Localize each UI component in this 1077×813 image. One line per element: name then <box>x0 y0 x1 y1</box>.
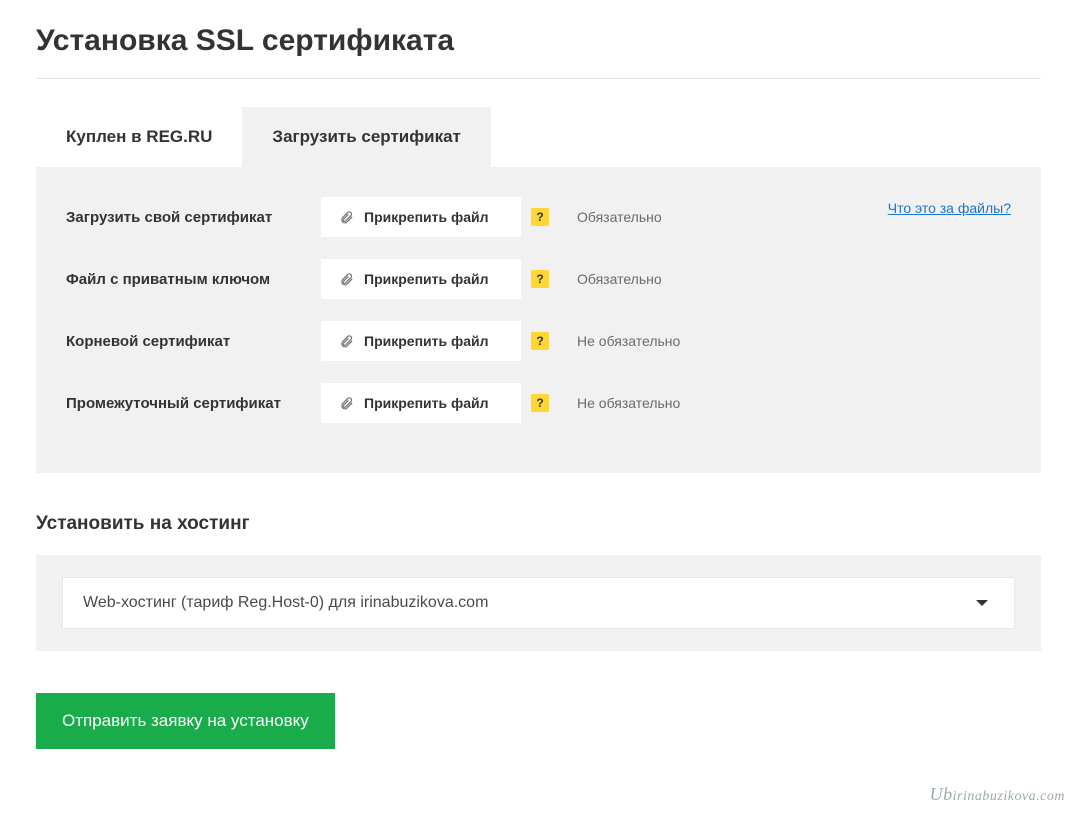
status-root: Не обязательно <box>577 333 680 349</box>
paperclip-icon <box>339 272 354 287</box>
hosting-heading: Установить на хостинг <box>36 513 1041 535</box>
tab-upload-certificate[interactable]: Загрузить сертификат <box>242 107 490 167</box>
attach-upload-cert[interactable]: Прикрепить файл <box>321 197 521 237</box>
help-badge-key[interactable]: ? <box>531 270 549 288</box>
help-link-what-files[interactable]: Что это за файлы? <box>888 200 1011 216</box>
attach-label: Прикрепить файл <box>364 271 489 287</box>
hosting-select-text: Web-хостинг (тариф Reg.Host-0) для irina… <box>83 594 488 612</box>
chevron-down-icon <box>976 600 988 606</box>
status-intermediate: Не обязательно <box>577 395 680 411</box>
paperclip-icon <box>339 334 354 349</box>
row-intermediate-cert: Промежуточный сертификат Прикрепить файл… <box>66 383 1011 423</box>
title-divider <box>36 78 1041 79</box>
hosting-select[interactable]: Web-хостинг (тариф Reg.Host-0) для irina… <box>62 577 1015 629</box>
watermark: Ubirinabuzikova.com <box>930 784 1065 805</box>
label-root-cert: Корневой сертификат <box>66 333 321 350</box>
attach-root-cert[interactable]: Прикрепить файл <box>321 321 521 361</box>
paperclip-icon <box>339 396 354 411</box>
submit-request-button[interactable]: Отправить заявку на установку <box>36 693 335 749</box>
help-badge-intermediate[interactable]: ? <box>531 394 549 412</box>
tabs-wrapper: Куплен в REG.RU Загрузить сертификат <box>36 107 1041 167</box>
tab-bought-in-regru[interactable]: Куплен в REG.RU <box>36 107 242 167</box>
attach-label: Прикрепить файл <box>364 333 489 349</box>
row-root-cert: Корневой сертификат Прикрепить файл ? Не… <box>66 321 1011 361</box>
help-badge-cert[interactable]: ? <box>531 208 549 226</box>
label-private-key: Файл с приватным ключом <box>66 271 321 288</box>
tabs: Куплен в REG.RU Загрузить сертификат <box>36 107 1041 167</box>
label-upload-cert: Загрузить свой сертификат <box>66 209 321 226</box>
upload-panel: Что это за файлы? Загрузить свой сертифи… <box>36 167 1041 473</box>
attach-label: Прикрепить файл <box>364 395 489 411</box>
status-cert: Обязательно <box>577 209 662 225</box>
row-private-key: Файл с приватным ключом Прикрепить файл … <box>66 259 1011 299</box>
attach-private-key[interactable]: Прикрепить файл <box>321 259 521 299</box>
row-certificate: Загрузить свой сертификат Прикрепить фай… <box>66 197 1011 237</box>
watermark-prefix: Ub <box>930 784 953 804</box>
attach-intermediate-cert[interactable]: Прикрепить файл <box>321 383 521 423</box>
label-intermediate-cert: Промежуточный сертификат <box>66 395 321 412</box>
status-key: Обязательно <box>577 271 662 287</box>
attach-label: Прикрепить файл <box>364 209 489 225</box>
hosting-select-wrap: Web-хостинг (тариф Reg.Host-0) для irina… <box>36 555 1041 651</box>
help-badge-root[interactable]: ? <box>531 332 549 350</box>
paperclip-icon <box>339 210 354 225</box>
page-title: Установка SSL сертификата <box>0 0 1077 78</box>
watermark-text: irinabuzikova.com <box>953 789 1065 804</box>
